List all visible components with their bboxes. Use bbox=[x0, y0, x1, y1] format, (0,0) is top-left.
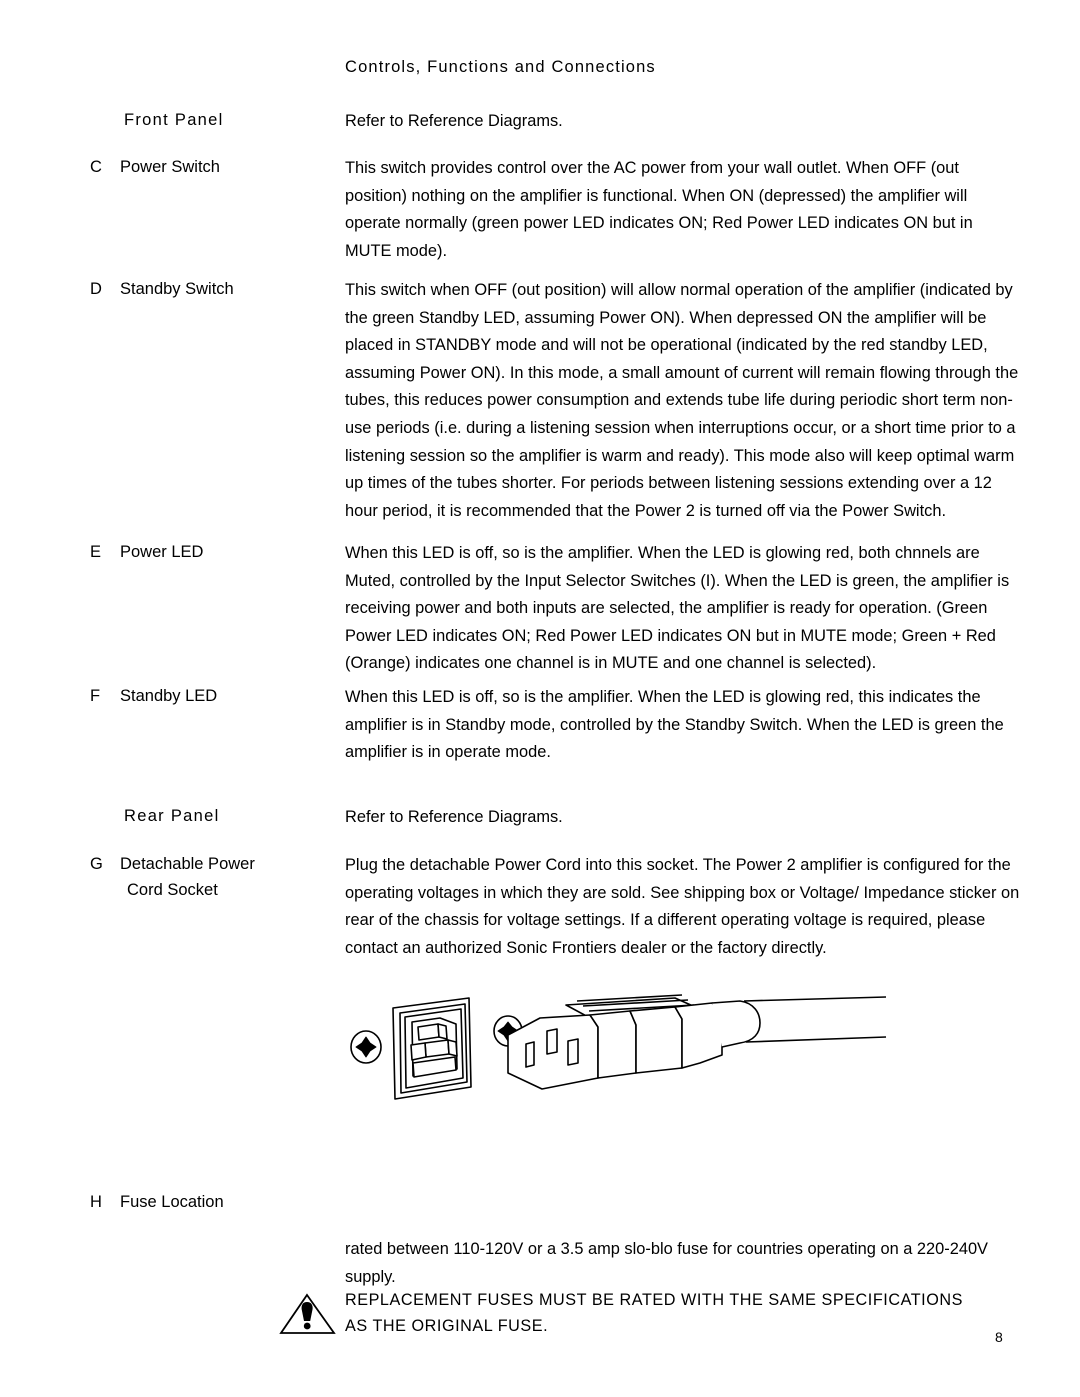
page-number: 8 bbox=[995, 1329, 1003, 1345]
entry-letter: F bbox=[90, 687, 101, 705]
section-body-front-panel: Refer to Reference Diagrams. bbox=[345, 112, 563, 130]
entry-letter: C bbox=[90, 158, 102, 176]
entry-body: This switch provides control over the AC… bbox=[345, 159, 973, 260]
section-body-rear-panel: Refer to Reference Diagrams. bbox=[345, 808, 563, 826]
entry-body: When this LED is off, so is the amplifie… bbox=[345, 544, 1010, 673]
iec-power-cord-connector-icon bbox=[507, 994, 887, 1090]
entry-label-line1: Detachable Power bbox=[120, 855, 255, 873]
entry-body: Plug the detachable Power Cord into this… bbox=[345, 856, 1020, 957]
entry-label: Detachable Power Cord Socket bbox=[120, 852, 335, 903]
section-heading-rear-panel: Rear Panel bbox=[124, 807, 220, 825]
warning-triangle-icon bbox=[278, 1292, 338, 1336]
screw-icon bbox=[350, 1030, 382, 1064]
document-page: Controls, Functions and Connections Fron… bbox=[0, 0, 1080, 1397]
entry-letter: G bbox=[90, 855, 103, 873]
entry-body: This switch when OFF (out position) will… bbox=[345, 281, 1019, 520]
entry-label: Standby Switch bbox=[120, 280, 234, 298]
entry-label: Power Switch bbox=[120, 158, 220, 176]
iec-inlet-socket-icon bbox=[392, 997, 472, 1100]
page-title: Controls, Functions and Connections bbox=[345, 58, 656, 76]
entry-label-line2: Cord Socket bbox=[127, 880, 218, 899]
warning-line-2: AS THE ORIGINAL FUSE. bbox=[345, 1316, 549, 1335]
entry-letter: H bbox=[90, 1193, 102, 1211]
entry-letter: D bbox=[90, 280, 102, 298]
warning-line-1: REPLACEMENT FUSES MUST BE RATED WITH THE… bbox=[345, 1291, 963, 1309]
warning-text: REPLACEMENT FUSES MUST BE RATED WITH THE… bbox=[345, 1288, 1045, 1339]
entry-body: When this LED is off, so is the amplifie… bbox=[345, 688, 1004, 762]
section-heading-front-panel: Front Panel bbox=[124, 111, 224, 129]
power-cord-socket-diagram bbox=[330, 975, 890, 1125]
entry-letter: E bbox=[90, 543, 102, 561]
entry-label: Fuse Location bbox=[120, 1193, 224, 1211]
entry-label: Power LED bbox=[120, 543, 204, 561]
entry-label: Standby LED bbox=[120, 687, 218, 705]
entry-body: rated between 110-120V or a 3.5 amp slo-… bbox=[345, 1240, 988, 1286]
